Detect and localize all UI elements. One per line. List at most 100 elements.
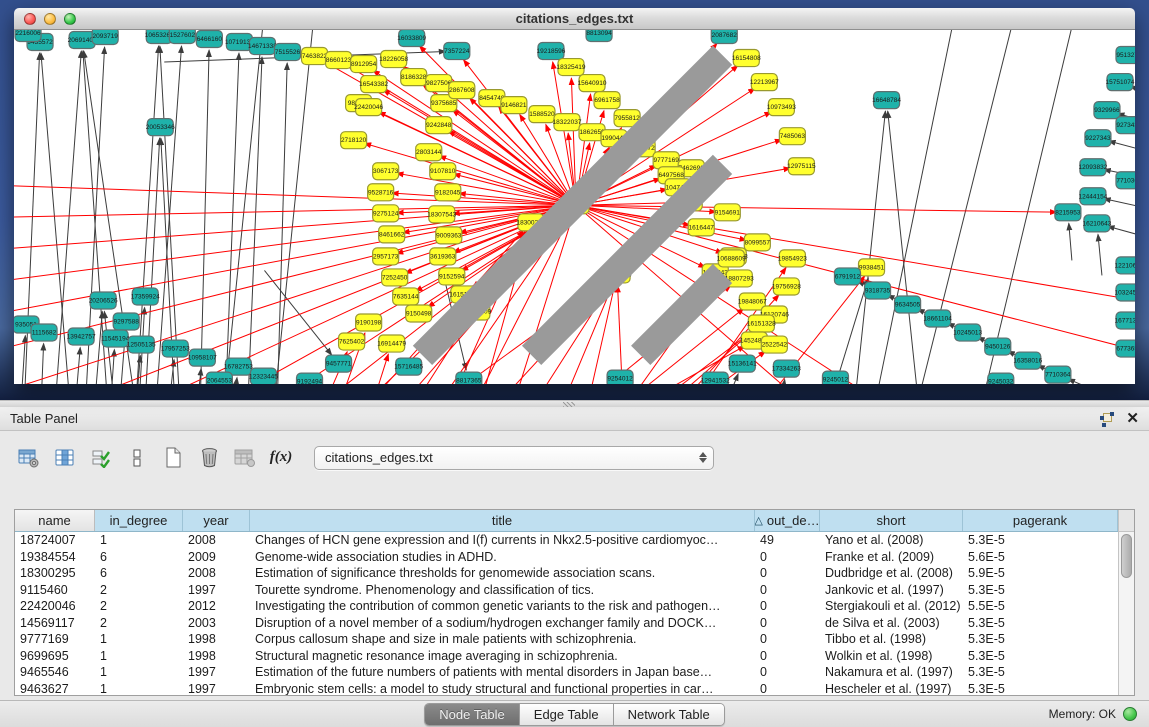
table-cell[interactable]: 0 bbox=[755, 598, 820, 615]
table-row[interactable]: 977716911998Corpus callosum shape and si… bbox=[15, 631, 1118, 648]
table-cell[interactable]: 0 bbox=[755, 631, 820, 648]
table-cell[interactable]: Stergiakouli et al. (2012) bbox=[820, 598, 963, 615]
close-panel-icon[interactable]: ✕ bbox=[1126, 412, 1139, 426]
window-resize-grip[interactable] bbox=[14, 28, 1133, 383]
table-row[interactable]: 946362711997Embryonic stem cells: a mode… bbox=[15, 681, 1118, 696]
column-header-pagerank[interactable]: pagerank bbox=[963, 510, 1118, 531]
network-canvas[interactable]: 9435572206914062093719106532671527602646… bbox=[14, 30, 1135, 384]
table-cell[interactable]: Tourette syndrome. Phenomenology and cla… bbox=[250, 582, 755, 599]
table-cell[interactable]: 5.3E-5 bbox=[963, 582, 1118, 599]
table-row[interactable]: 1830029562008Estimation of significance … bbox=[15, 565, 1118, 582]
table-cell[interactable]: 0 bbox=[755, 648, 820, 665]
table-cell[interactable]: Franke et al. (2009) bbox=[820, 549, 963, 566]
table-cell[interactable]: 22420046 bbox=[15, 598, 95, 615]
table-cell[interactable]: 6 bbox=[95, 565, 183, 582]
table-cell[interactable]: Estimation of the future numbers of pati… bbox=[250, 664, 755, 681]
table-cell[interactable]: 19384554 bbox=[15, 549, 95, 566]
import-table-button[interactable] bbox=[230, 443, 260, 473]
table-cell[interactable]: 1998 bbox=[183, 631, 250, 648]
column-header-in_degree[interactable]: in_degree bbox=[95, 510, 183, 531]
table-cell[interactable]: 18300295 bbox=[15, 565, 95, 582]
column-header-title[interactable]: title bbox=[250, 510, 755, 531]
column-header-out_de[interactable]: △out_de… bbox=[755, 510, 820, 531]
table-cell[interactable]: Embryonic stem cells: a model to study s… bbox=[250, 681, 755, 696]
table-cell[interactable]: 5.3E-5 bbox=[963, 664, 1118, 681]
float-panel-icon[interactable] bbox=[1100, 412, 1114, 426]
network-view-window[interactable]: citations_edges.txt 94355722069140620937… bbox=[14, 8, 1135, 384]
table-cell[interactable]: Changes of HCN gene expression and I(f) … bbox=[250, 532, 755, 549]
window-titlebar[interactable]: citations_edges.txt bbox=[14, 8, 1135, 30]
table-select-dropdown[interactable]: citations_edges.txt bbox=[314, 446, 714, 470]
table-cell[interactable]: Nakamura et al. (1997) bbox=[820, 664, 963, 681]
table-cell[interactable]: 9777169 bbox=[15, 631, 95, 648]
table-cell[interactable]: Wolkin et al. (1998) bbox=[820, 648, 963, 665]
table-cell[interactable]: 9115460 bbox=[15, 582, 95, 599]
table-cell[interactable]: de Silva et al. (2003) bbox=[820, 615, 963, 632]
table-cell[interactable]: Hescheler et al. (1997) bbox=[820, 681, 963, 696]
row-height-button[interactable] bbox=[122, 443, 152, 473]
table-cell[interactable]: Jankovic et al. (1997) bbox=[820, 582, 963, 599]
table-cell[interactable]: 49 bbox=[755, 532, 820, 549]
zoom-window-button[interactable] bbox=[64, 13, 76, 25]
column-header-short[interactable]: short bbox=[820, 510, 963, 531]
table-cell[interactable]: 1997 bbox=[183, 582, 250, 599]
table-cell[interactable]: 9699695 bbox=[15, 648, 95, 665]
table-cell[interactable]: 1 bbox=[95, 648, 183, 665]
column-header-name[interactable]: name bbox=[15, 510, 95, 531]
column-header-year[interactable]: year bbox=[183, 510, 250, 531]
table-cell[interactable]: 5.3E-5 bbox=[963, 681, 1118, 696]
table-cell[interactable]: 0 bbox=[755, 664, 820, 681]
table-cell[interactable]: Genome-wide association studies in ADHD. bbox=[250, 549, 755, 566]
table-cell[interactable]: 0 bbox=[755, 582, 820, 599]
close-window-button[interactable] bbox=[24, 13, 36, 25]
table-row[interactable]: 1456911722003Disruption of a novel membe… bbox=[15, 615, 1118, 632]
table-row[interactable]: 2242004622012Investigating the contribut… bbox=[15, 598, 1118, 615]
table-cell[interactable]: Yano et al. (2008) bbox=[820, 532, 963, 549]
table-cell[interactable]: 5.3E-5 bbox=[963, 631, 1118, 648]
table-cell[interactable]: 1 bbox=[95, 631, 183, 648]
table-row[interactable]: 1872400712008Changes of HCN gene express… bbox=[15, 532, 1118, 549]
table-cell[interactable]: 5.6E-5 bbox=[963, 549, 1118, 566]
splitter-handle-icon[interactable] bbox=[563, 402, 575, 407]
table-cell[interactable]: 5.3E-5 bbox=[963, 532, 1118, 549]
table-cell[interactable]: Tibbo et al. (1998) bbox=[820, 631, 963, 648]
table-cell[interactable]: 5.5E-5 bbox=[963, 598, 1118, 615]
table-cell[interactable]: Estimation of significance thresholds fo… bbox=[250, 565, 755, 582]
tab-node-table[interactable]: Node Table bbox=[425, 704, 520, 725]
table-cell[interactable]: 2 bbox=[95, 615, 183, 632]
table-cell[interactable]: 9465546 bbox=[15, 664, 95, 681]
table-cell[interactable]: 2 bbox=[95, 582, 183, 599]
table-row[interactable]: 911546021997Tourette syndrome. Phenomeno… bbox=[15, 582, 1118, 599]
table-cell[interactable]: 5.3E-5 bbox=[963, 648, 1118, 665]
tab-edge-table[interactable]: Edge Table bbox=[520, 704, 614, 725]
table-cell[interactable]: 2012 bbox=[183, 598, 250, 615]
table-cell[interactable]: Structural magnetic resonance image aver… bbox=[250, 648, 755, 665]
table-row[interactable]: 969969511998Structural magnetic resonanc… bbox=[15, 648, 1118, 665]
minimize-window-button[interactable] bbox=[44, 13, 56, 25]
table-cell[interactable]: 2 bbox=[95, 598, 183, 615]
table-cell[interactable]: Dudbridge et al. (2008) bbox=[820, 565, 963, 582]
table-row[interactable]: 1938455462009Genome-wide association stu… bbox=[15, 549, 1118, 566]
panel-splitter[interactable] bbox=[0, 400, 1149, 407]
tab-network-table[interactable]: Network Table bbox=[614, 704, 724, 725]
new-file-button[interactable] bbox=[158, 443, 188, 473]
table-cell[interactable]: 0 bbox=[755, 565, 820, 582]
table-cell[interactable]: 9463627 bbox=[15, 681, 95, 696]
table-cell[interactable]: 1997 bbox=[183, 681, 250, 696]
table-cell[interactable]: 0 bbox=[755, 615, 820, 632]
delete-button[interactable] bbox=[194, 443, 224, 473]
table-settings-button[interactable] bbox=[14, 443, 44, 473]
show-columns-button[interactable] bbox=[50, 443, 80, 473]
table-cell[interactable]: 14569117 bbox=[15, 615, 95, 632]
table-cell[interactable]: 0 bbox=[755, 681, 820, 696]
table-cell[interactable]: 18724007 bbox=[15, 532, 95, 549]
table-cell[interactable]: 0 bbox=[755, 549, 820, 566]
table-cell[interactable]: 1997 bbox=[183, 664, 250, 681]
table-cell[interactable]: 2008 bbox=[183, 532, 250, 549]
table-cell[interactable]: 1 bbox=[95, 681, 183, 696]
table-row[interactable]: 946554611997Estimation of the future num… bbox=[15, 664, 1118, 681]
table-cell[interactable]: Investigating the contribution of common… bbox=[250, 598, 755, 615]
select-rows-button[interactable] bbox=[86, 443, 116, 473]
table-cell[interactable]: Corpus callosum shape and size in male p… bbox=[250, 631, 755, 648]
function-builder-button[interactable]: f(x) bbox=[266, 443, 296, 473]
